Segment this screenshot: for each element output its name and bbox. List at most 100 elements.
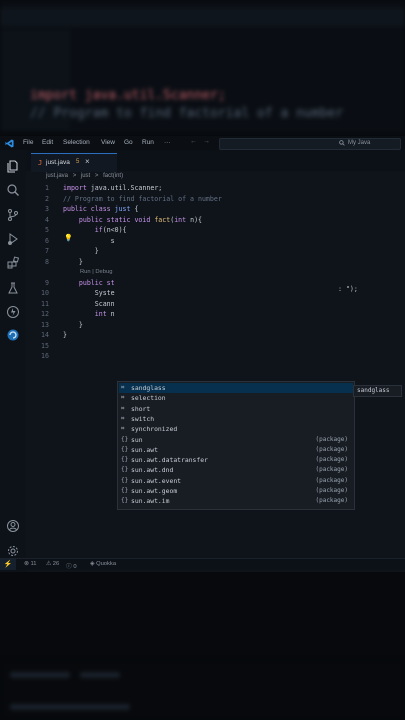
suggestion-item[interactable]: ⌗ selection	[119, 393, 353, 403]
suggestion-item[interactable]: {} sun (package)	[119, 435, 353, 445]
line-number: 2	[45, 194, 49, 203]
code-token: Scann	[63, 299, 115, 308]
line-number: 9	[45, 278, 49, 287]
line-number: 3	[45, 205, 49, 213]
suggestion-item[interactable]: ⌗ short	[119, 404, 353, 414]
suggestion-item[interactable]: {} sun.awt.datatransfer (package)	[119, 455, 353, 465]
menu-selection[interactable]: Selection	[63, 139, 90, 146]
code-token: (n<0){	[102, 226, 127, 234]
line-number: 16	[41, 352, 49, 360]
module-icon: {}	[121, 456, 129, 464]
suggestion-label: sandglass	[131, 384, 166, 392]
suggestion-item[interactable]: ⌗ switch	[119, 414, 353, 424]
module-icon: {}	[121, 487, 129, 494]
line-number: 7	[45, 247, 49, 255]
keyword-icon: ⌗	[121, 404, 125, 412]
suggestion-item[interactable]: {} sun.awt.im (package)	[119, 496, 353, 506]
line-number: 13	[41, 320, 49, 329]
account-icon[interactable]	[6, 519, 20, 533]
suggestion-detail-text: sandglass	[357, 387, 390, 394]
remote-explorer-icon[interactable]	[6, 328, 20, 342]
tab-just-java[interactable]: J just.java 5 ×	[31, 153, 117, 172]
suggestion-label: sun	[131, 435, 143, 444]
code-line-3: public class just {	[63, 205, 138, 213]
code-token: // Program to find factorial of a number	[63, 194, 222, 203]
breadcrumb-method[interactable]: fact(int)	[103, 173, 123, 179]
code-token: if	[94, 226, 103, 234]
blurred-background-top: import java.util.Scanner; // Program to …	[0, 0, 405, 133]
code-line-4: public static void fact(int n){	[63, 216, 202, 224]
codelens-run-debug[interactable]: Run | Debug	[80, 269, 112, 275]
line-number: 4	[45, 215, 49, 224]
suggestion-detail-panel: sandglass	[353, 385, 402, 397]
blurred-line	[80, 672, 120, 678]
code-visible-tail: : ");	[338, 285, 358, 293]
suggestion-item[interactable]: {} sun.awt (package)	[119, 445, 353, 455]
keyword-icon: ⌗	[121, 414, 125, 422]
code-token: }	[63, 247, 99, 255]
line-number: 8	[45, 257, 49, 266]
suggestion-detail: (package)	[315, 435, 348, 443]
vscode-logo-icon	[5, 139, 14, 148]
nav-back-button[interactable]: ←	[190, 138, 197, 145]
code-token: public class	[63, 205, 115, 213]
menu-go[interactable]: Go	[124, 139, 133, 146]
search-icon[interactable]	[6, 183, 20, 197]
settings-gear-icon[interactable]	[6, 544, 20, 558]
files-icon[interactable]	[6, 159, 20, 173]
menu-edit[interactable]: Edit	[42, 139, 53, 146]
remote-indicator-icon[interactable]: ⚡	[0, 559, 16, 570]
extensions-icon[interactable]	[6, 256, 20, 270]
status-info[interactable]: ⓘ 0	[66, 561, 77, 570]
tab-label: just.java	[46, 159, 70, 166]
suggestion-item[interactable]: {} sun.awt.dnd (package)	[119, 465, 353, 475]
vscode-window: File Edit Selection View Go Run ··· ← → …	[0, 136, 405, 572]
suggestion-item[interactable]: ⌗ sandglass	[119, 383, 353, 394]
quokka-icon[interactable]	[6, 305, 20, 319]
suggestion-item[interactable]: {} sun.awt.geom (package)	[119, 486, 353, 496]
line-number: 6	[45, 236, 49, 245]
keyword-icon: ⌗	[121, 384, 125, 391]
line-number: 14	[41, 331, 49, 339]
code-line-7: }	[63, 247, 99, 255]
code-token: java.util.Scanner;	[90, 184, 163, 192]
suggestion-label: sun.awt	[131, 445, 158, 454]
module-icon: {}	[121, 435, 129, 443]
suggestion-item[interactable]: {} sun.awt.event (package)	[119, 476, 353, 486]
status-warnings[interactable]: ⚠ 26	[46, 561, 59, 567]
code-line-11: Scann	[63, 300, 115, 308]
command-center[interactable]: My Java	[219, 138, 401, 150]
testing-icon[interactable]	[6, 281, 20, 295]
suggestion-label: sun.awt.event	[131, 476, 182, 485]
editor-tab-bar: J just.java 5 ×	[26, 150, 405, 172]
suggestion-label: short	[131, 404, 151, 413]
blurred-line	[10, 672, 70, 678]
close-icon[interactable]: ×	[85, 157, 90, 166]
menu-more[interactable]: ···	[164, 139, 171, 146]
code-line-9: public st	[63, 279, 115, 287]
breadcrumb-file[interactable]: just.java	[46, 173, 68, 179]
suggestion-item[interactable]: ⌗ synchronized	[119, 424, 353, 434]
nav-forward-button[interactable]: →	[203, 138, 210, 145]
code-token: n){	[190, 215, 203, 224]
run-debug-icon[interactable]	[6, 232, 20, 246]
breadcrumb-class[interactable]: just	[81, 173, 90, 179]
blurred-background-bottom	[0, 660, 405, 720]
line-number: 12	[41, 310, 49, 318]
quokka-label: Quokka	[96, 561, 117, 567]
menu-view[interactable]: View	[101, 139, 115, 146]
status-quokka[interactable]: ◈ Quokka	[90, 561, 116, 567]
code-token: n	[110, 310, 115, 318]
line-number: 10	[41, 289, 49, 297]
menu-file[interactable]: File	[23, 139, 33, 146]
lightbulb-icon[interactable]: 💡	[64, 234, 73, 242]
code-line-10: Syste	[63, 289, 115, 297]
menu-run[interactable]: Run	[142, 139, 154, 146]
suggestion-detail: (package)	[315, 476, 348, 484]
source-control-icon[interactable]	[6, 208, 20, 222]
suggestion-widget[interactable]: ⌗ sandglass ⌗ selection ⌗ short ⌗ switch ⌗ synchr…	[117, 381, 355, 510]
suggestion-label: sun.awt.dnd	[131, 466, 174, 475]
status-errors[interactable]: ⊗ 11	[24, 561, 37, 567]
suggestion-detail: (package)	[315, 487, 348, 494]
